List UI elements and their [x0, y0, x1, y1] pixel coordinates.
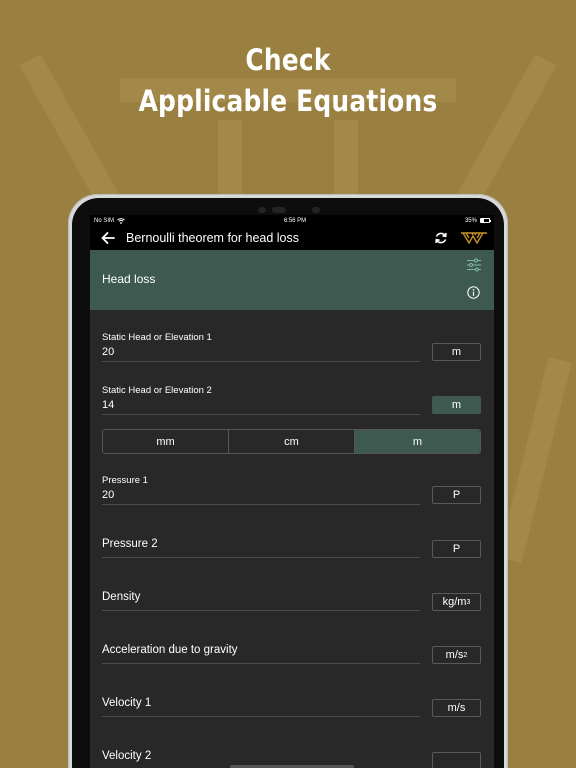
- field-label[interactable]: Velocity 1: [102, 697, 151, 709]
- screen-title: Bernoulli theorem for head loss: [126, 231, 300, 245]
- unit-button[interactable]: m/s: [432, 699, 481, 717]
- field-label: Pressure 1: [102, 475, 148, 486]
- unit-button[interactable]: m: [432, 343, 481, 361]
- field-label[interactable]: Density: [102, 591, 140, 603]
- unit-button[interactable]: m/s 2: [432, 646, 481, 664]
- field-velocity-2: Velocity 2: [90, 731, 494, 768]
- segment-mm[interactable]: mm: [103, 430, 229, 453]
- field-underline: [102, 414, 420, 415]
- app-logo-icon[interactable]: [460, 231, 488, 245]
- field-underline: [102, 610, 420, 611]
- segment-cm[interactable]: cm: [229, 430, 355, 453]
- field-input[interactable]: 14: [102, 399, 114, 411]
- field-underline: [102, 557, 420, 558]
- field-label: Static Head or Elevation 1: [102, 332, 212, 343]
- field-pressure-1: Pressure 1 20 P: [90, 466, 494, 519]
- refresh-icon[interactable]: [434, 231, 448, 245]
- field-underline: [102, 504, 420, 505]
- camera-dot: [258, 207, 266, 213]
- unit-button[interactable]: P: [432, 540, 481, 558]
- unit-text: kg/m: [442, 596, 467, 608]
- field-static-head-2: Static Head or Elevation 2 14 m: [90, 376, 494, 429]
- sliders-icon[interactable]: [466, 258, 482, 272]
- status-time: 6:56 PM: [283, 217, 307, 224]
- field-underline: [102, 361, 420, 362]
- field-input[interactable]: 20: [102, 489, 114, 501]
- field-static-head-1: Static Head or Elevation 1 20 m: [90, 323, 494, 376]
- unit-segment-row: mm cm m: [90, 429, 494, 466]
- wifi-icon: [117, 217, 125, 224]
- unit-button[interactable]: kg/m 3: [432, 593, 481, 611]
- sensor-dot: [312, 207, 320, 213]
- battery-percent: 35%: [464, 217, 477, 224]
- carrier-label: No SIM: [94, 217, 115, 224]
- unit-superscript: 3: [466, 598, 471, 606]
- field-underline: [102, 716, 420, 717]
- field-gravity: Acceleration due to gravity m/s 2: [90, 625, 494, 678]
- field-underline: [102, 663, 420, 664]
- field-pressure-2: Pressure 2 P: [90, 519, 494, 572]
- back-button[interactable]: [100, 230, 116, 246]
- field-label[interactable]: Acceleration due to gravity: [102, 644, 238, 656]
- result-title: Head loss: [102, 272, 156, 286]
- tablet-frame: No SIM 6:56 PM 35% Bernoulli theorem for…: [68, 194, 508, 768]
- app-screen: No SIM 6:56 PM 35% Bernoulli theorem for…: [90, 215, 494, 768]
- back-arrow-icon: [101, 232, 115, 244]
- headline-line-1: Check: [245, 43, 331, 77]
- unit-button[interactable]: [432, 752, 481, 768]
- unit-button-active[interactable]: m: [432, 396, 481, 414]
- battery-icon: [479, 218, 491, 223]
- navigation-bar: Bernoulli theorem for head loss: [90, 226, 494, 250]
- unit-button[interactable]: P: [432, 486, 481, 504]
- camera-lens: [272, 207, 286, 213]
- unit-text: m/s: [445, 649, 464, 661]
- unit-superscript: 2: [463, 651, 468, 659]
- field-input[interactable]: 20: [102, 346, 114, 358]
- marketing-headline: Check Applicable Equations: [40, 40, 535, 122]
- field-label[interactable]: Pressure 2: [102, 538, 158, 550]
- headline-line-2: Applicable Equations: [138, 84, 438, 118]
- field-velocity-1: Velocity 1 m/s: [90, 678, 494, 731]
- status-bar: No SIM 6:56 PM 35%: [90, 215, 494, 226]
- segment-m[interactable]: m: [355, 430, 480, 453]
- field-label: Static Head or Elevation 2: [102, 385, 212, 396]
- result-panel: Head loss: [90, 250, 494, 310]
- field-label[interactable]: Velocity 2: [102, 750, 151, 762]
- unit-segmented-control: mm cm m: [102, 429, 481, 454]
- field-density: Density kg/m 3: [90, 572, 494, 625]
- info-icon[interactable]: [467, 286, 480, 299]
- tablet-bezel: No SIM 6:56 PM 35% Bernoulli theorem for…: [72, 198, 504, 768]
